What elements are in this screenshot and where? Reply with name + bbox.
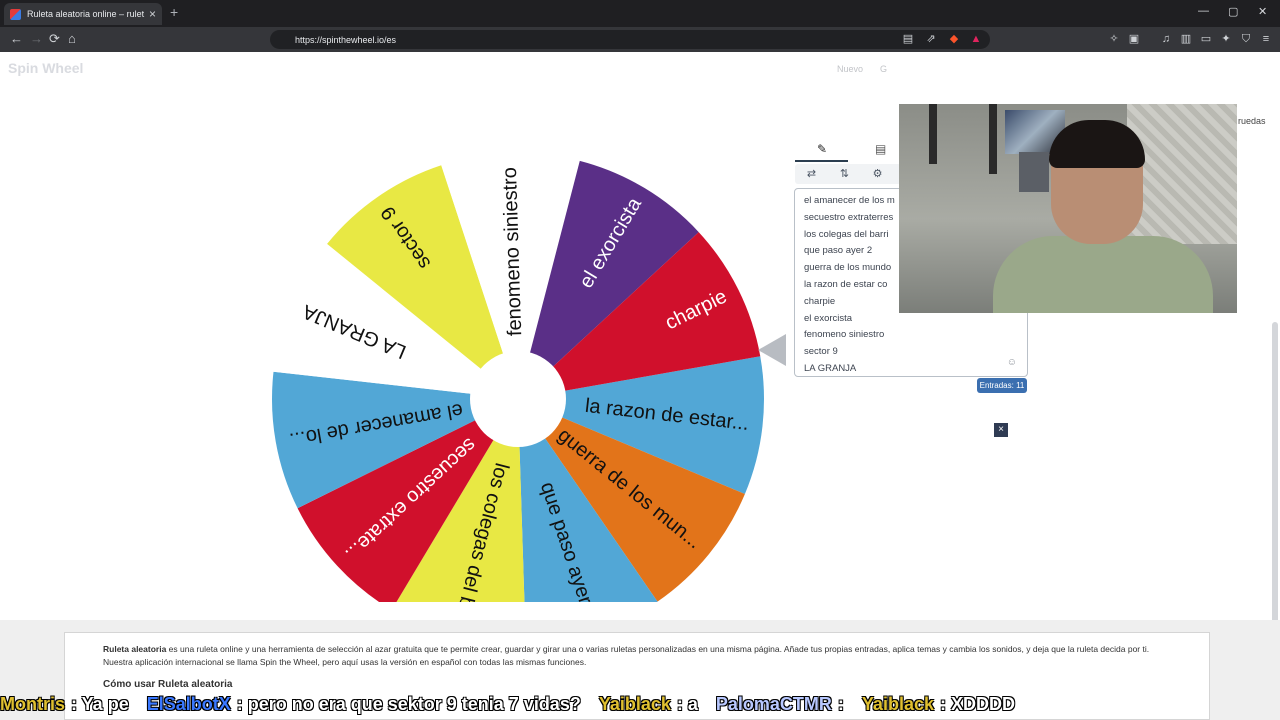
hanger-right (989, 104, 997, 174)
chat-username: PalomaCTMR (715, 693, 832, 714)
menu-icon[interactable]: ≡ (1260, 33, 1272, 45)
share-icon[interactable]: ⇗ (925, 33, 937, 45)
menu-partial[interactable]: G (880, 64, 887, 74)
info-lead: Ruleta aleatoria (103, 644, 167, 654)
hanger-left (929, 104, 937, 164)
entry-line[interactable]: LA GRANJA (804, 361, 1018, 378)
brave-shield-icon[interactable]: ◆ (948, 33, 960, 45)
chat-username: Yaiblack (861, 693, 934, 714)
stream-chat-ticker: Montris : Ya pe ElSalbotX: pero no era que… (0, 688, 1280, 720)
person-body (993, 236, 1213, 313)
screenshot-icon[interactable]: ▣ (1128, 33, 1140, 45)
spin-wheel[interactable]: la razon de estar...guerra de los mun...… (240, 102, 800, 602)
wheel-center[interactable] (470, 351, 566, 447)
leo-icon[interactable]: ✦ (1220, 33, 1232, 45)
info-body: es una ruleta online y una herramienta d… (103, 644, 1150, 667)
wall-papers (1127, 104, 1237, 244)
wheel-pointer-icon (758, 334, 786, 366)
chat-message: : a (676, 693, 698, 714)
chat-message: : pero no era que sektor 9 tenia 7 vidas… (236, 693, 581, 714)
settings-icon[interactable]: ⚙ (861, 164, 894, 184)
back-button[interactable]: ← (10, 31, 23, 46)
reader-icon[interactable]: ▤ (902, 33, 914, 45)
media-icon[interactable]: ♫ (1160, 33, 1172, 45)
menu-wheels-partial[interactable]: ruedas (1238, 116, 1266, 126)
webcam-overlay (899, 104, 1237, 313)
chat-username: Yaiblack (598, 693, 671, 714)
tab-strip: Ruleta aleatoria online – rulet × + — ▢ … (0, 0, 1280, 27)
tab-close-icon[interactable]: × (149, 7, 156, 21)
wallet-icon[interactable]: ▭ (1200, 33, 1212, 45)
sort-icon[interactable]: ⇅ (828, 164, 861, 184)
reload-button[interactable]: ⟳ (49, 31, 60, 47)
pencil-icon[interactable]: ✎ (817, 142, 827, 156)
browser-tab[interactable]: Ruleta aleatoria online – rulet × (4, 3, 162, 25)
page-scrollbar[interactable] (1272, 322, 1278, 662)
browser-chrome: Ruleta aleatoria online – rulet × + — ▢ … (0, 0, 1280, 52)
address-bar[interactable]: https://spinthewheel.io/es (270, 30, 990, 49)
close-ad-button[interactable]: × (994, 423, 1008, 437)
site-favicon-icon (10, 8, 21, 20)
chat-message: : (837, 693, 844, 714)
entry-line[interactable]: fenomeno siniestro (804, 327, 1018, 344)
page-content: Spin Wheel Nuevo G ruedas la razon de es… (0, 52, 1280, 667)
home-button[interactable]: ⌂ (68, 31, 76, 46)
chat-username: Montris (0, 693, 65, 714)
poster-small (1019, 152, 1049, 192)
browser-toolbar: ← → ⟳ ⌂ https://spinthewheel.io/es ▤ ⇗ ◆… (0, 27, 1280, 52)
rewards-icon[interactable]: ▲ (970, 33, 982, 45)
maximize-button[interactable]: ▢ (1228, 5, 1238, 18)
entry-line[interactable]: el exorcista (804, 311, 1018, 328)
forward-button[interactable]: → (30, 31, 43, 46)
minimize-button[interactable]: — (1198, 5, 1209, 17)
new-tab-button[interactable]: + (170, 4, 178, 20)
clipboard-icon[interactable]: ▤ (875, 142, 886, 156)
chat-username: ElSalbotX (146, 693, 231, 714)
editor-tabs: ✎ ▤ (795, 140, 901, 162)
active-tab-underline (795, 160, 848, 162)
vpn-icon[interactable]: ⛉ (1240, 33, 1252, 45)
sidebar-icon[interactable]: ▥ (1180, 33, 1192, 45)
info-paragraph: Ruleta aleatoria es una ruleta online y … (103, 643, 1171, 669)
window-close-button[interactable]: ✕ (1258, 5, 1267, 18)
site-logo[interactable]: Spin Wheel (8, 60, 83, 76)
url-text: https://spinthewheel.io/es (295, 34, 397, 45)
tab-title: Ruleta aleatoria online – rulet (27, 9, 145, 19)
editor-toolbar: ⇄ ⇅ ⚙ (795, 164, 901, 184)
shuffle-icon[interactable]: ⇄ (795, 164, 828, 184)
entries-count-badge: Entradas: 11 (977, 378, 1027, 393)
menu-new[interactable]: Nuevo (837, 64, 863, 74)
extensions-icon[interactable]: ✧ (1108, 33, 1120, 45)
emoji-icon[interactable]: ☺ (1007, 357, 1017, 368)
chat-message: : Ya pe (71, 693, 129, 714)
chat-message: : XDDDD (939, 693, 1015, 714)
entry-line[interactable]: sector 9 (804, 344, 1018, 361)
